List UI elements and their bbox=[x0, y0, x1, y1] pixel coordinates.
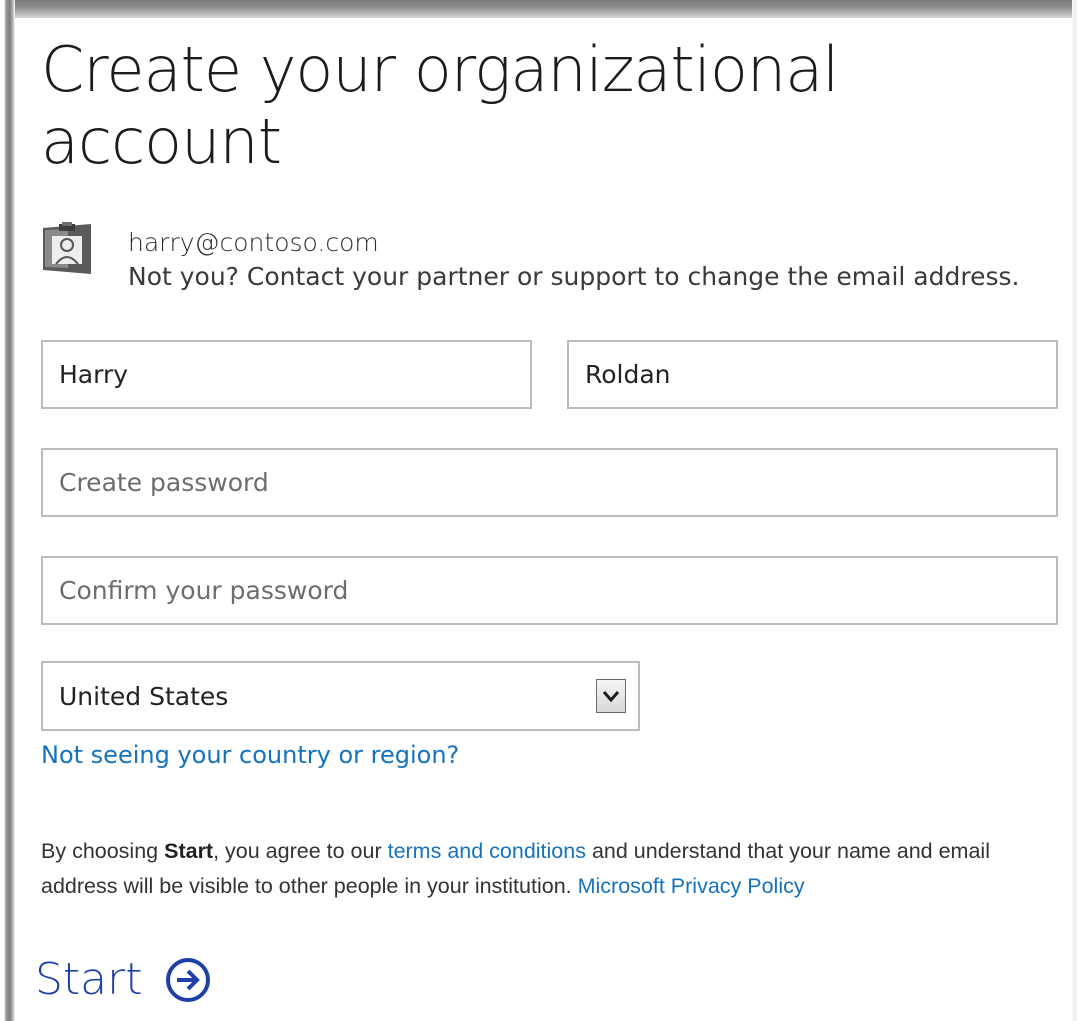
country-select[interactable]: United States bbox=[41, 661, 640, 731]
user-email: harry@contoso.com bbox=[128, 228, 379, 257]
window-frame-left bbox=[0, 0, 15, 1021]
country-region-help-link[interactable]: Not seeing your country or region? bbox=[41, 738, 459, 772]
page-title: Create your organizational account bbox=[41, 33, 839, 178]
window-frame-right bbox=[1072, 0, 1078, 1021]
signup-page: Create your organizational account harry… bbox=[15, 18, 1072, 1021]
first-name-input[interactable] bbox=[41, 340, 532, 409]
terms-bold-start: Start bbox=[164, 839, 214, 863]
user-change-note: Not you? Contact your partner or support… bbox=[128, 262, 1020, 291]
chevron-down-icon[interactable] bbox=[596, 679, 626, 713]
terms-middle: , you agree to our bbox=[213, 839, 388, 863]
id-badge-icon bbox=[41, 222, 93, 274]
privacy-policy-link[interactable]: Microsoft Privacy Policy bbox=[578, 874, 805, 898]
start-button[interactable]: Start bbox=[35, 950, 211, 1010]
last-name-input[interactable] bbox=[567, 340, 1058, 409]
start-button-label: Start bbox=[35, 954, 143, 1005]
terms-and-conditions-link[interactable]: terms and conditions bbox=[388, 839, 586, 863]
create-password-input[interactable] bbox=[41, 448, 1058, 517]
confirm-password-input[interactable] bbox=[41, 556, 1058, 625]
window-frame-top bbox=[0, 0, 1078, 18]
arrow-right-circle-icon bbox=[165, 957, 211, 1003]
terms-prefix: By choosing bbox=[41, 839, 165, 863]
country-selected-value: United States bbox=[59, 682, 229, 711]
terms-notice: By choosing Start, you agree to our term… bbox=[41, 834, 1061, 904]
